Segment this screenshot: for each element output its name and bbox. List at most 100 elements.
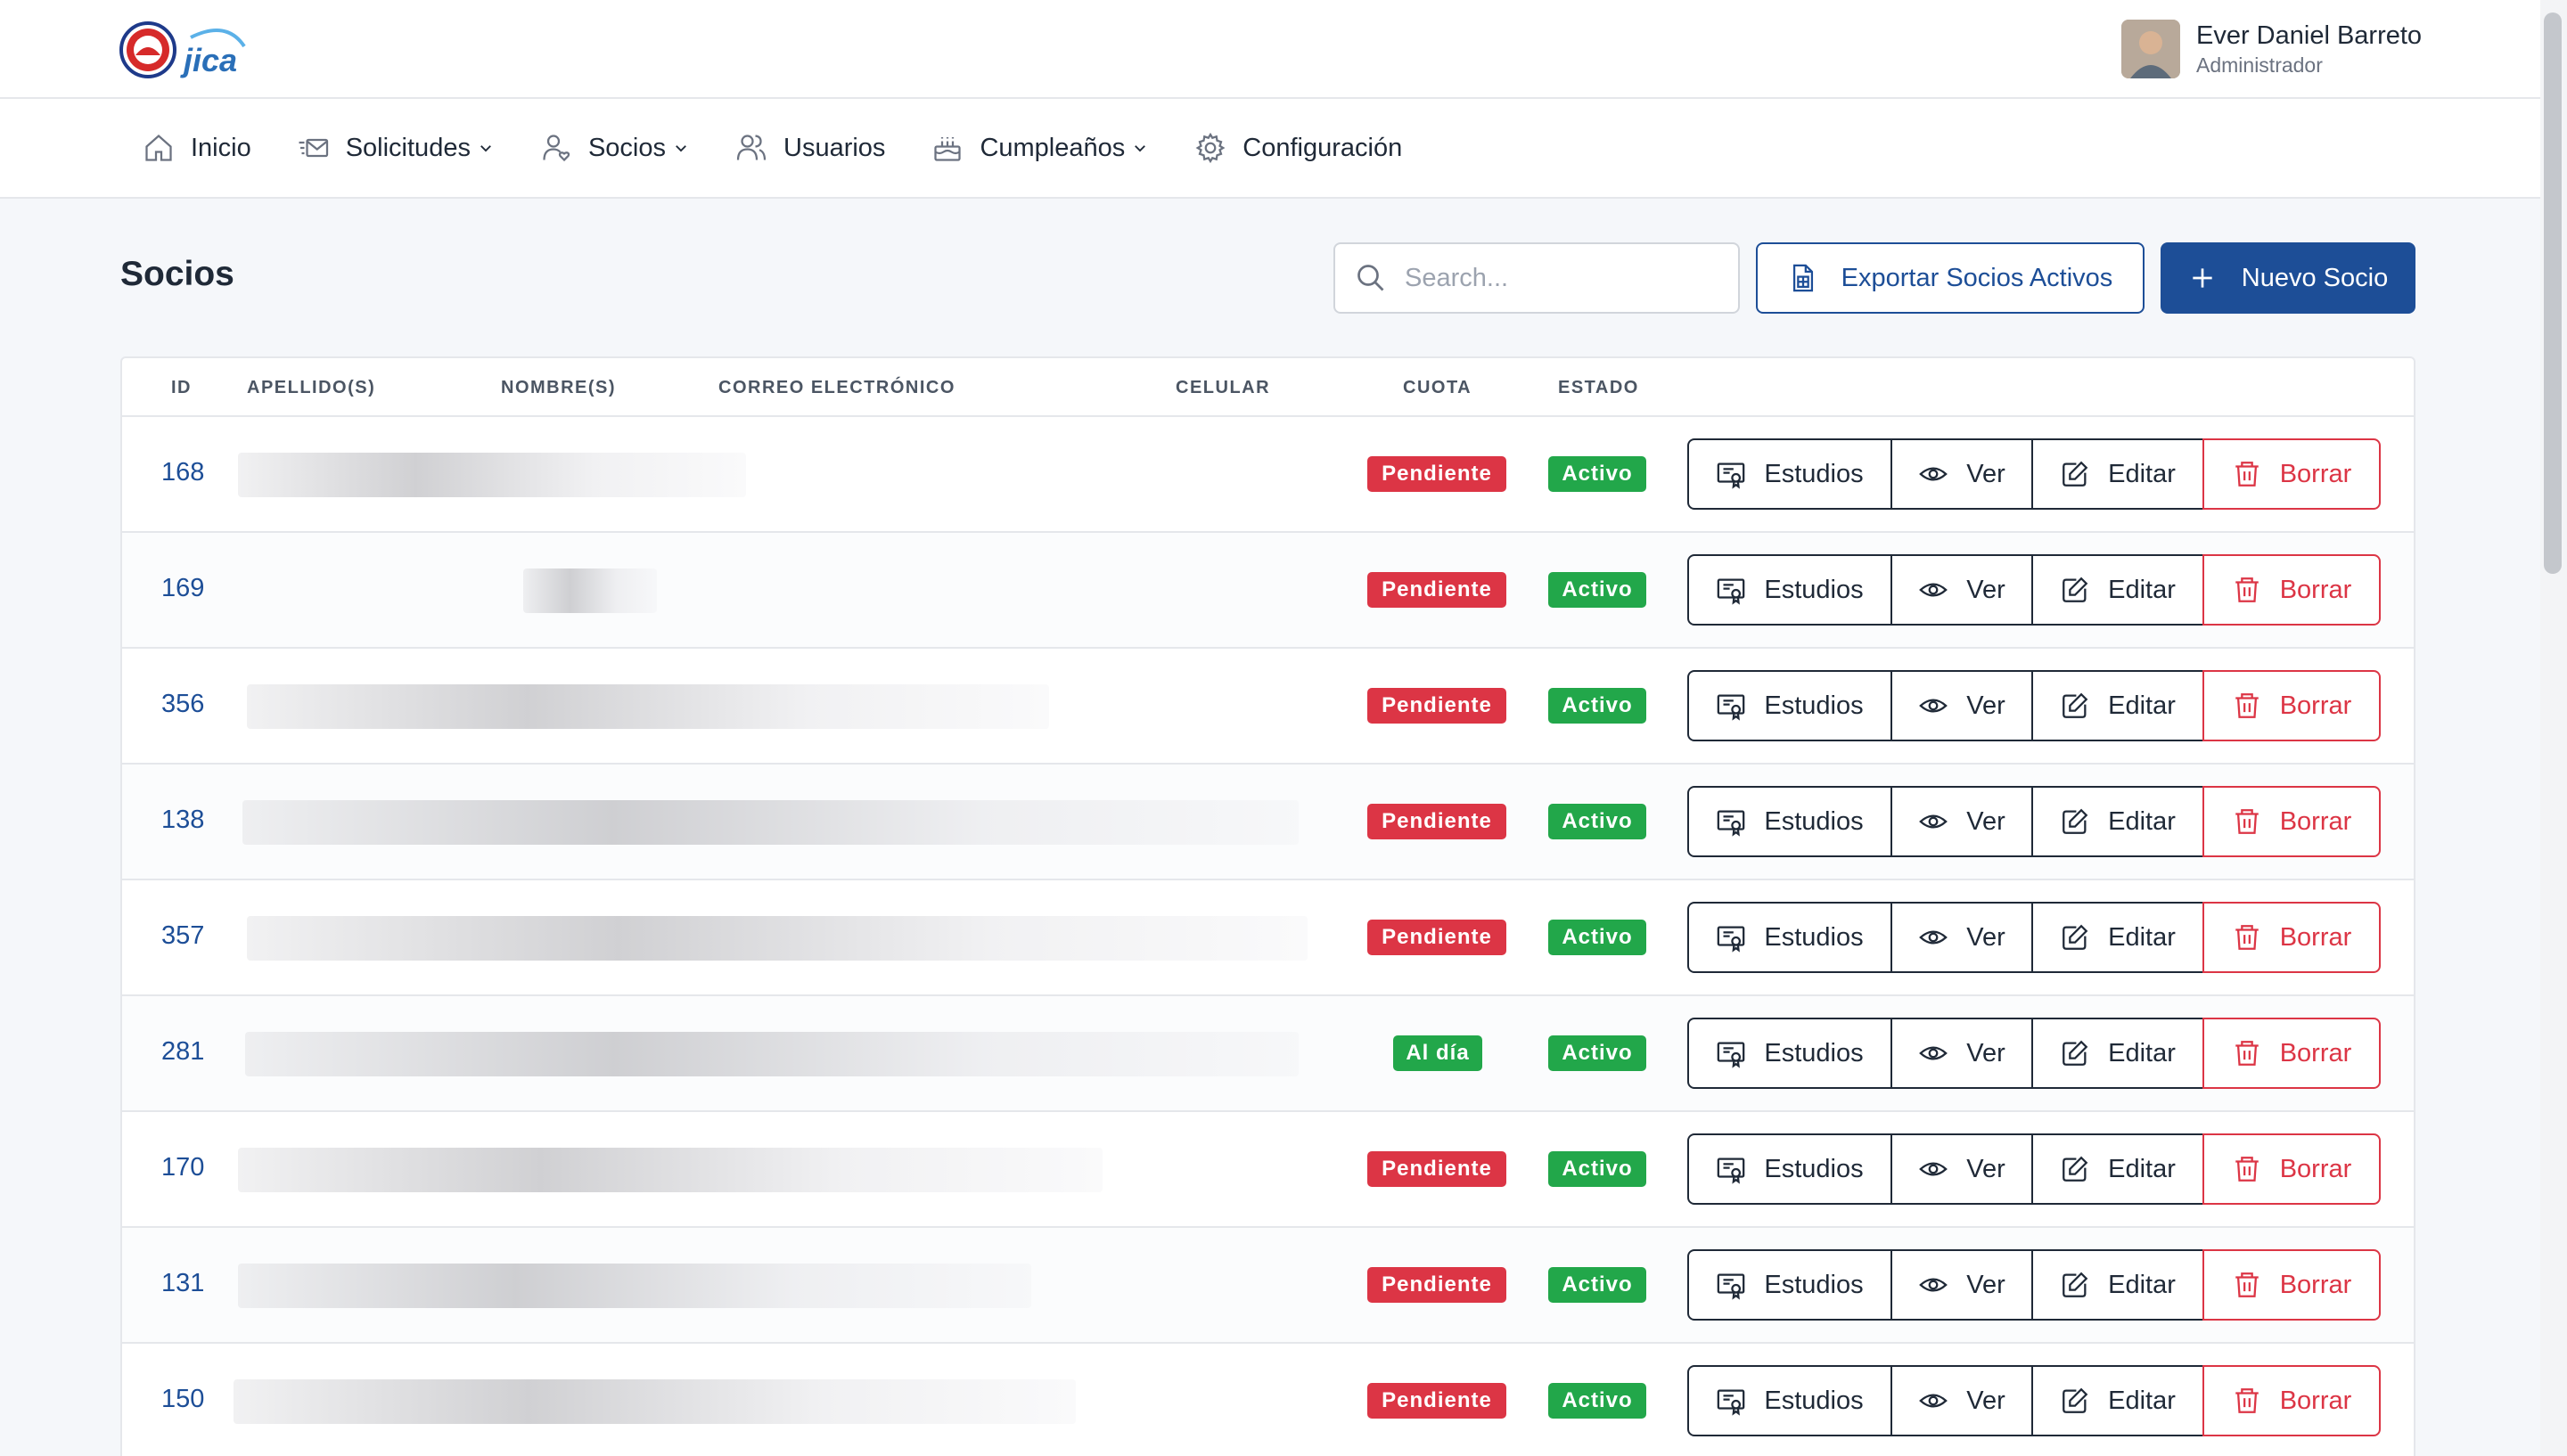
column-header-estado[interactable]: ESTADO [1558,378,1639,398]
eye-icon [1919,814,1948,829]
delete-button[interactable]: Borrar [2202,438,2381,510]
view-label: Ver [1966,1154,2005,1183]
member-id-link[interactable]: 169 [161,574,204,603]
studies-button[interactable]: Estudios [1687,670,1892,741]
edit-button[interactable]: Editar [2031,554,2204,626]
view-button[interactable]: Ver [1890,1365,2033,1436]
view-label: Ver [1966,1386,2005,1415]
column-header-celular[interactable]: CELULAR [1176,378,1270,398]
view-button[interactable]: Ver [1890,1018,2033,1089]
member-id-link[interactable]: 357 [161,921,204,951]
view-button[interactable]: Ver [1890,438,2033,510]
nav-item-socios[interactable]: Socios [540,121,689,175]
column-header-cuota[interactable]: CUOTA [1403,378,1472,398]
trash-icon [2235,1041,2259,1066]
delete-button[interactable]: Borrar [2202,1018,2381,1089]
delete-button[interactable]: Borrar [2202,554,2381,626]
delete-button[interactable]: Borrar [2202,1133,2381,1205]
gear-icon [1195,132,1226,164]
member-id-link[interactable]: 168 [161,458,204,487]
estado-badge: Activo [1548,1151,1646,1187]
view-button[interactable]: Ver [1890,1249,2033,1321]
edit-button[interactable]: Editar [2031,438,2204,510]
search-box[interactable] [1333,242,1740,314]
edit-button[interactable]: Editar [2031,1249,2204,1321]
studies-button[interactable]: Estudios [1687,1018,1892,1089]
user-name: Ever Daniel Barreto [2196,21,2423,50]
column-header-id[interactable]: ID [171,378,192,398]
redacted-member-info [523,568,657,613]
view-button[interactable]: Ver [1890,902,2033,973]
nav-label-configuracion: Configuración [1242,133,1403,162]
redacted-member-info [238,453,746,497]
nav-item-inicio[interactable]: Inicio [143,121,251,175]
certificate-icon [1718,1042,1745,1068]
export-active-members-button[interactable]: Exportar Socios Activos [1756,242,2145,314]
edit-button[interactable]: Editar [2031,786,2204,857]
certificate-icon [1718,810,1745,837]
column-header-correo[interactable]: CORREO ELECTRÓNICO [718,378,955,398]
users-icon [736,135,767,160]
main-nav: Inicio Solicitudes Socios Usuarios Cumpl… [0,99,2567,199]
new-member-button[interactable]: Nuevo Socio [2161,242,2415,314]
studies-button[interactable]: Estudios [1687,554,1892,626]
delete-button[interactable]: Borrar [2202,902,2381,973]
cuota-badge: Pendiente [1367,920,1506,955]
nav-item-usuarios[interactable]: Usuarios [735,121,885,175]
home-icon [145,134,172,161]
plus-icon [2193,268,2212,288]
delete-button[interactable]: Borrar [2202,786,2381,857]
avatar[interactable] [2121,20,2180,78]
studies-button[interactable]: Estudios [1687,438,1892,510]
studies-label: Estudios [1764,806,1864,836]
delete-label: Borrar [2279,575,2352,604]
nav-label-usuarios: Usuarios [783,133,886,162]
edit-button[interactable]: Editar [2031,670,2204,741]
member-id-link[interactable]: 170 [161,1153,204,1182]
edit-icon [2063,1040,2088,1066]
edit-button[interactable]: Editar [2031,1365,2204,1436]
edit-label: Editar [2108,922,2176,952]
user-menu[interactable]: Ever Daniel Barreto Administrador [2121,20,2422,78]
member-id-link[interactable]: 281 [161,1037,204,1067]
delete-label: Borrar [2279,1038,2352,1067]
member-id-link[interactable]: 131 [161,1269,204,1298]
table-row: 170 Pendiente Activo Estudios Ver Editar Borra… [122,1112,2414,1228]
delete-button[interactable]: Borrar [2202,1249,2381,1321]
nav-item-solicitudes[interactable]: Solicitudes [298,121,494,175]
studies-button[interactable]: Estudios [1687,1133,1892,1205]
view-button[interactable]: Ver [1890,1133,2033,1205]
certificate-icon [1718,1389,1745,1416]
edit-button[interactable]: Editar [2031,902,2204,973]
column-header-nombres[interactable]: NOMBRE(S) [501,378,616,398]
delete-label: Borrar [2279,1386,2352,1415]
studies-button[interactable]: Estudios [1687,902,1892,973]
column-header-apellidos[interactable]: APELLIDO(S) [247,378,375,398]
cuota-badge: Pendiente [1367,1383,1506,1419]
nav-item-configuracion[interactable]: Configuración [1194,121,1402,175]
nav-item-cumpleanos[interactable]: Cumpleaños [931,121,1148,175]
edit-button[interactable]: Editar [2031,1133,2204,1205]
delete-button[interactable]: Borrar [2202,670,2381,741]
search-input[interactable] [1405,263,1726,293]
row-actions: Estudios Ver Editar Borrar [1687,438,2381,510]
member-id-link[interactable]: 356 [161,690,204,719]
studies-button[interactable]: Estudios [1687,1365,1892,1436]
user-role: Administrador [2196,53,2323,77]
member-id-link[interactable]: 138 [161,806,204,835]
edit-button[interactable]: Editar [2031,1018,2204,1089]
view-button[interactable]: Ver [1890,670,2033,741]
edit-icon [2063,577,2088,602]
delete-button[interactable]: Borrar [2202,1365,2381,1436]
scrollbar-thumb[interactable] [2544,12,2562,574]
studies-button[interactable]: Estudios [1687,1249,1892,1321]
view-button[interactable]: Ver [1890,554,2033,626]
studies-button[interactable]: Estudios [1687,786,1892,857]
member-id-link[interactable]: 150 [161,1385,204,1414]
table-row: 138 Pendiente Activo Estudios Ver Editar Borra… [122,765,2414,880]
view-button[interactable]: Ver [1890,786,2033,857]
row-actions: Estudios Ver Editar Borrar [1687,1018,2381,1089]
edit-label: Editar [2108,1386,2176,1415]
jica-logo[interactable]: jica [119,20,253,80]
trash-icon [2235,693,2259,718]
